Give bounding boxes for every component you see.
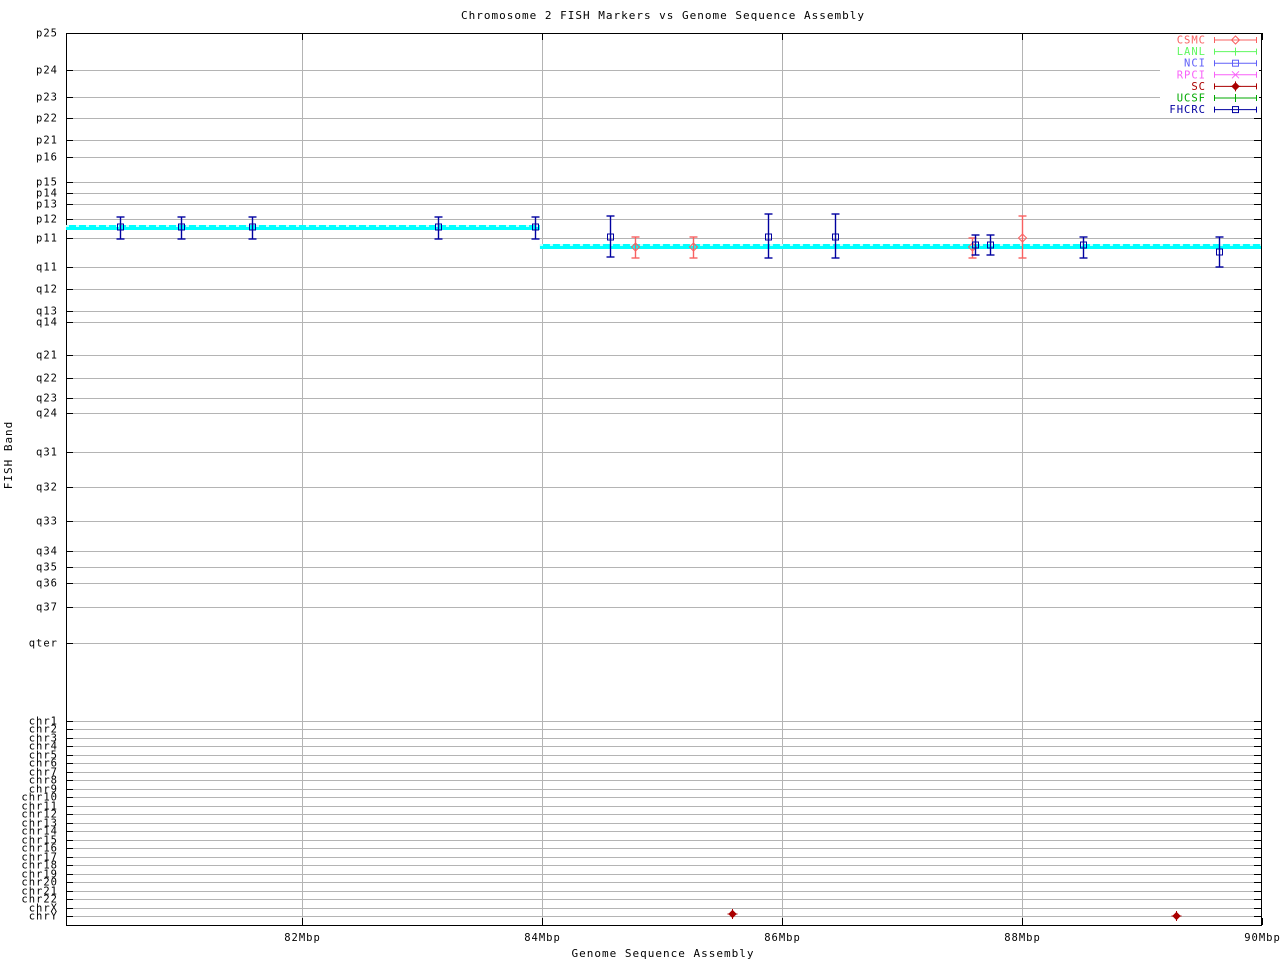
x-axis-title: Genome Sequence Assembly [572, 947, 755, 960]
legend-label: RPCI [1177, 69, 1206, 81]
y-tick-label: p23 [36, 92, 58, 104]
y-tick-label: q21 [36, 350, 58, 362]
y-tick-label: p16 [36, 152, 58, 164]
y-tick-label: q23 [36, 393, 58, 405]
x-tick-label: 82Mbp [284, 932, 321, 944]
y-tick-label: q32 [36, 482, 58, 494]
y-tick-label: chrY [29, 911, 58, 923]
y-tick-label: p21 [36, 135, 58, 147]
legend-label: FHCRC [1169, 104, 1206, 116]
legend-label: UCSF [1177, 93, 1206, 105]
y-tick-label: p24 [36, 65, 58, 77]
x-tick-label: 90Mbp [1244, 932, 1280, 944]
y-tick-label: q36 [36, 578, 58, 590]
y-tick-label: q24 [36, 408, 58, 420]
y-tick-label: p11 [36, 233, 58, 245]
y-tick-label: q37 [36, 602, 58, 614]
y-tick-label: q35 [36, 562, 58, 574]
legend: CSMCLANLNCIRPCISCUCSFFHCRC [1160, 34, 1259, 117]
y-tick-label: q33 [36, 516, 58, 528]
y-tick-label: q34 [36, 546, 58, 558]
chart: CSMC LANL NCI RPCI SC UCSF FHCRC p25 p24 p23 p22 p… [0, 0, 1280, 960]
legend-label: CSMC [1177, 35, 1206, 47]
y-tick-label: p13 [36, 199, 58, 211]
y-tick-label: p12 [36, 214, 58, 226]
plot-border [66, 33, 1262, 926]
y-tick-label: q14 [36, 317, 58, 329]
x-tick-label: 86Mbp [764, 932, 801, 944]
chart-canvas: CSMCLANLNCIRPCISCUCSFFHCRC p25 p24 p23 p22 p… [2, 9, 1280, 960]
legend-label: NCI [1184, 58, 1206, 70]
plot-border-and-ticks [66, 33, 1263, 926]
y-tick-label: q22 [36, 373, 58, 385]
y-tick-label: q11 [36, 262, 58, 274]
y-tick-label: p22 [36, 113, 58, 125]
x-tick-label: 84Mbp [524, 932, 561, 944]
x-tick-label: 88Mbp [1004, 932, 1041, 944]
y-tick-label: qter [29, 638, 58, 650]
y-tick-label: q31 [36, 447, 58, 459]
legend-label: SC [1191, 81, 1206, 93]
gridlines [66, 33, 1261, 925]
y-axis-title: FISH Band [2, 421, 15, 490]
y-tick-label: p25 [36, 28, 58, 40]
chart-title: Chromosome 2 FISH Markers vs Genome Sequ… [461, 9, 865, 22]
legend-label: LANL [1177, 46, 1206, 58]
y-tick-label: q12 [36, 284, 58, 296]
